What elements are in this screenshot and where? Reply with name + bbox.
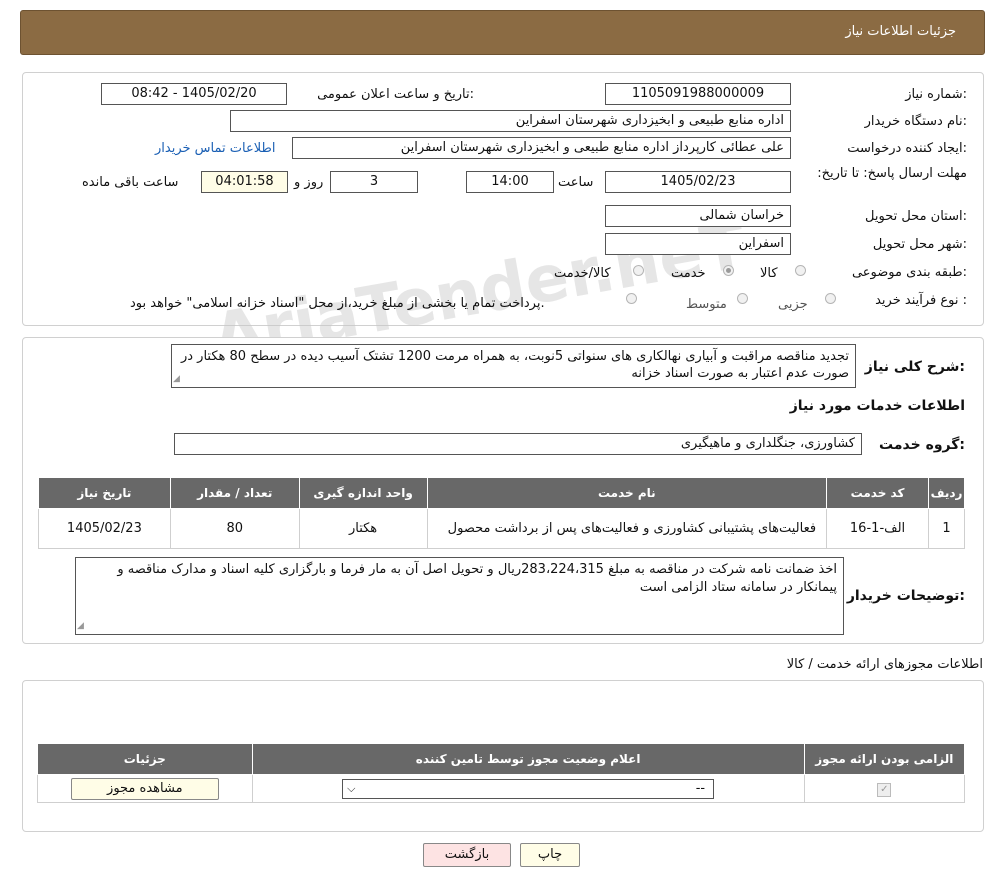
announce-label: تاریخ و ساعت اعلان عمومی: — [317, 87, 474, 102]
description-label: شرح کلی نیاز: — [864, 359, 965, 375]
buyer-notes-label: توضیحات خریدار: — [846, 588, 965, 604]
process-option-minor: جزیی — [778, 297, 808, 312]
col-permit-status: اعلام وضعیت مجوز توسط تامین کننده — [251, 743, 805, 775]
permits-table: الزامی بودن ارائه مجوز اعلام وضعیت مجوز … — [37, 743, 966, 803]
category-option-service: خدمت — [671, 266, 706, 281]
announce-field: 1405/02/20 - 08:42 — [101, 83, 287, 105]
resize-grip-icon: ◢ — [173, 374, 180, 384]
table-row: 1 الف-1-16 فعالیت‌های پشتیبانی کشاورزی و… — [38, 508, 965, 549]
buyer-notes-text: اخذ ضمانت نامه شرکت در مناقصه به مبلغ 28… — [117, 562, 837, 595]
buyer-notes-textarea[interactable]: اخذ ضمانت نامه شرکت در مناقصه به مبلغ 28… — [75, 557, 844, 635]
cell-row: 1 — [928, 508, 965, 549]
permit-required-cell: ✓ — [803, 774, 966, 803]
col-row: ردیف — [928, 477, 965, 509]
need-number-label: شماره نیاز: — [905, 87, 967, 102]
buyer-org-label: نام دستگاه خریدار: — [864, 114, 967, 129]
province-label: استان محل تحویل: — [865, 209, 967, 224]
deadline-date-field: 1405/02/23 — [605, 171, 791, 193]
category-option-goods-service: کالا/خدمت — [554, 266, 611, 281]
category-option-goods: کالا — [760, 266, 778, 281]
permit-status-select[interactable]: -- ⌵ — [342, 778, 715, 799]
category-radio-service[interactable] — [723, 265, 734, 276]
city-field: اسفراین — [605, 233, 791, 255]
page-header: جزئیات اطلاعات نیاز — [20, 10, 985, 55]
cell-qty: 80 — [169, 508, 300, 549]
permits-section-title: اطلاعات مجوزهای ارائه خدمت / کالا — [786, 657, 983, 672]
deadline-hour-label: ساعت — [558, 175, 594, 190]
process-radio-minor[interactable] — [825, 293, 836, 304]
description-text: تجدید مناقصه مراقبت و آبیاری نهالکاری ها… — [180, 349, 849, 381]
back-button[interactable]: بازگشت — [423, 843, 511, 867]
need-number-field: 1105091988000009 — [605, 83, 791, 105]
col-permit-required: الزامی بودن ارائه مجوز — [803, 743, 966, 775]
resize-grip-icon: ◢ — [77, 621, 84, 631]
service-group-field: کشاورزی، جنگلداری و ماهیگیری — [174, 433, 862, 455]
days-field: 3 — [330, 171, 418, 193]
buyer-contact-link[interactable]: اطلاعات تماس خریدار — [155, 141, 275, 156]
remaining-time-field: 04:01:58 — [201, 171, 288, 193]
process-note: پرداخت تمام یا بخشی از مبلغ خرید،از محل … — [130, 296, 545, 311]
chevron-down-icon: ⌵ — [347, 781, 356, 795]
col-code: کد خدمت — [826, 477, 930, 509]
category-radio-goods[interactable] — [795, 265, 806, 276]
cell-code: الف-1-16 — [826, 508, 930, 549]
creator-field: علی عطائی کارپرداز اداره منابع طبیعی و ا… — [292, 137, 791, 159]
col-date: تاریخ نیاز — [38, 477, 171, 509]
city-label: شهر محل تحویل: — [872, 237, 967, 252]
col-permit-details: جزئیات — [37, 743, 253, 775]
services-table: ردیف کد خدمت نام خدمت واحد اندازه گیری ت… — [38, 477, 965, 549]
category-label: طبقه بندی موضوعی: — [851, 265, 967, 280]
buyer-org-field: اداره منابع طبیعی و ابخیزداری شهرستان اس… — [230, 110, 791, 132]
cell-name: فعالیت‌های پشتیبانی کشاورزی و فعالیت‌های… — [426, 508, 828, 549]
permit-status-cell: -- ⌵ — [251, 774, 805, 803]
deadline-label: مهلت ارسال پاسخ: تا تاریخ: — [817, 166, 967, 181]
cell-unit: هکتار — [298, 508, 428, 549]
permit-details-cell: مشاهده مجوز — [37, 774, 253, 803]
permit-status-value: -- — [695, 780, 706, 796]
col-name: نام خدمت — [426, 477, 828, 509]
process-radio-medium[interactable] — [737, 293, 748, 304]
description-textarea[interactable]: تجدید مناقصه مراقبت و آبیاری نهالکاری ها… — [171, 344, 856, 388]
service-group-label: گروه خدمت: — [879, 437, 965, 453]
deadline-time-field: 14:00 — [466, 171, 554, 193]
page-title: جزئیات اطلاعات نیاز — [845, 24, 956, 39]
print-button[interactable]: چاپ — [520, 843, 580, 867]
checkbox-icon[interactable]: ✓ — [877, 782, 892, 797]
services-table-header: ردیف کد خدمت نام خدمت واحد اندازه گیری ت… — [38, 477, 965, 509]
category-radio-goods-service[interactable] — [633, 265, 644, 276]
remaining-label: ساعت باقی مانده — [82, 175, 179, 190]
process-option-medium: متوسط — [686, 297, 727, 312]
permits-table-header: الزامی بودن ارائه مجوز اعلام وضعیت مجوز … — [37, 743, 966, 775]
creator-label: ایجاد کننده درخواست: — [847, 141, 967, 156]
days-label: روز و — [294, 175, 324, 190]
table-row: ✓ -- ⌵ مشاهده مجوز — [37, 774, 966, 803]
col-unit: واحد اندازه گیری — [298, 477, 428, 509]
col-qty: تعداد / مقدار — [169, 477, 300, 509]
cell-date: 1405/02/23 — [38, 508, 171, 549]
view-permit-button[interactable]: مشاهده مجوز — [70, 777, 219, 800]
services-section-title: اطلاعات خدمات مورد نیاز — [789, 398, 965, 414]
process-label: نوع فرآیند خرید : — [875, 293, 967, 308]
process-radio-treasury[interactable] — [626, 293, 637, 304]
province-field: خراسان شمالی — [605, 205, 791, 227]
